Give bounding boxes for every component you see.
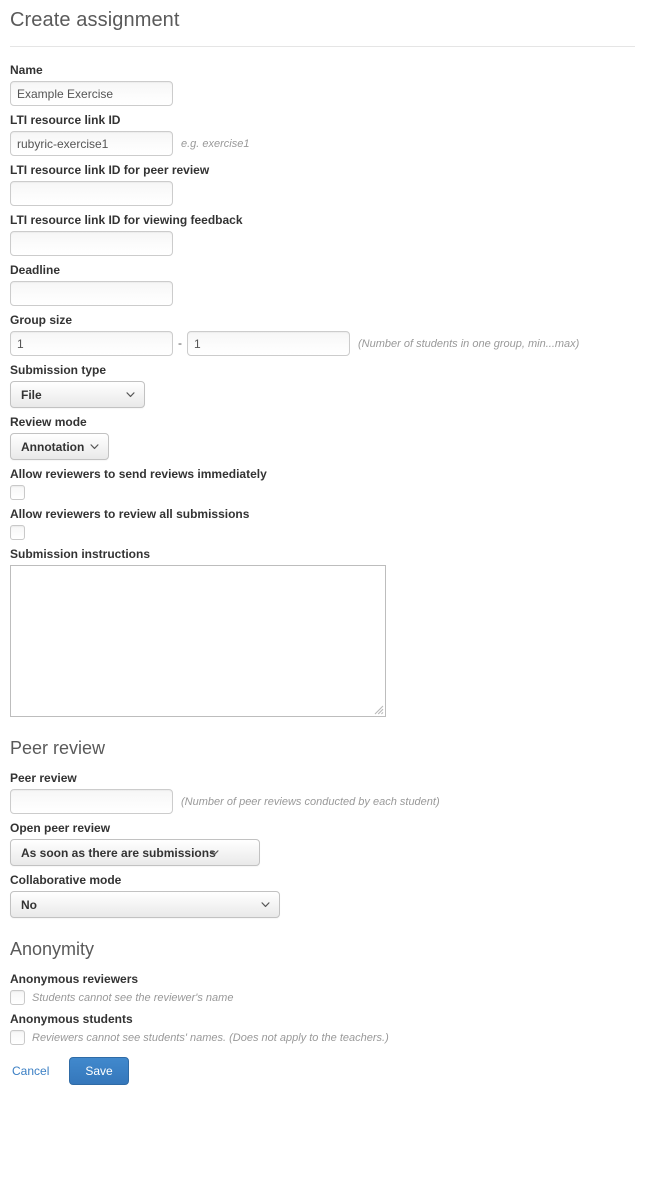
review-all-submissions-row [10,525,635,540]
field-name: Name [10,63,635,106]
save-button[interactable]: Save [69,1057,129,1085]
label-peer-review-count: Peer review [10,771,77,785]
peer-review-count-hint: (Number of peer reviews conducted by eac… [181,795,440,808]
review-mode-select[interactable]: Annotation [10,433,110,460]
group-size-min-input[interactable] [10,331,173,356]
label-lti-peer-review: LTI resource link ID for peer review [10,163,210,177]
group-size-max-input[interactable] [187,331,350,356]
field-deadline: Deadline [10,263,635,306]
review-all-submissions-checkbox[interactable] [10,525,25,540]
cancel-button[interactable]: Cancel [10,1058,61,1084]
open-peer-review-selected-value: As soon as there are submissions [21,845,216,860]
label-submission-type: Submission type [10,363,107,377]
group-size-row: - (Number of students in one group, min.… [10,331,635,356]
label-submission-instructions: Submission instructions [10,547,151,561]
anonymity-section-title: Anonymity [10,939,95,959]
field-anonymous-students: Anonymous students Reviewers cannot see … [10,1012,635,1045]
group-size-separator: - [178,336,182,350]
field-submission-type: Submission type File [10,363,635,408]
form-actions: Cancel Save [10,1052,635,1097]
label-collaborative-mode: Collaborative mode [10,873,122,887]
deadline-input[interactable] [10,281,173,306]
field-send-reviews-immediately: Allow reviewers to send reviews immediat… [10,467,635,500]
label-lti-resource-link-id: LTI resource link ID [10,113,121,127]
label-review-mode: Review mode [10,415,87,429]
name-input[interactable] [10,81,173,106]
lti-resource-link-id-input[interactable] [10,131,173,156]
send-reviews-immediately-row [10,485,635,500]
chevron-down-icon [210,849,219,855]
field-lti-resource-link-id: LTI resource link ID e.g. exercise1 [10,113,635,156]
lti-peer-review-input[interactable] [10,181,173,206]
label-group-size: Group size [10,313,73,327]
chevron-down-icon [261,901,270,907]
chevron-down-icon [90,443,99,449]
open-peer-review-select[interactable]: As soon as there are submissions [10,839,260,866]
send-reviews-immediately-checkbox[interactable] [10,485,25,500]
chevron-down-icon [126,391,135,397]
anonymous-reviewers-row: Students cannot see the reviewer's name [10,990,635,1005]
lti-resource-link-id-hint: e.g. exercise1 [181,137,250,150]
field-submission-instructions: Submission instructions [10,547,635,717]
submission-instructions-textarea[interactable] [10,565,386,717]
label-name: Name [10,63,43,77]
field-group-size: Group size - (Number of students in one … [10,313,635,356]
label-lti-viewing-feedback: LTI resource link ID for viewing feedbac… [10,213,243,227]
anonymous-students-checkbox[interactable] [10,1030,25,1045]
field-collaborative-mode: Collaborative mode No [10,873,635,918]
collaborative-mode-selected-value: No [21,897,37,912]
peer-review-section-title: Peer review [10,738,106,758]
submission-type-selected-value: File [21,387,42,402]
submission-type-select[interactable]: File [10,381,145,408]
anonymous-students-row: Reviewers cannot see students' names. (D… [10,1030,635,1045]
page-title: Create assignment [10,9,180,31]
peer-review-count-input[interactable] [10,789,173,814]
peer-review-count-row: (Number of peer reviews conducted by eac… [10,789,635,814]
title-divider [10,46,635,47]
field-peer-review-count: Peer review (Number of peer reviews cond… [10,771,635,814]
label-open-peer-review: Open peer review [10,821,111,835]
label-deadline: Deadline [10,263,61,277]
review-mode-selected-value: Annotation [21,439,85,454]
label-anonymous-students: Anonymous students [10,1012,133,1026]
field-review-all-submissions: Allow reviewers to review all submission… [10,507,635,540]
lti-resource-link-id-row: e.g. exercise1 [10,131,635,156]
anonymous-reviewers-note: Students cannot see the reviewer's name [32,991,234,1004]
field-open-peer-review: Open peer review As soon as there are su… [10,821,635,866]
label-review-all-submissions: Allow reviewers to review all submission… [10,507,250,521]
lti-viewing-feedback-input[interactable] [10,231,173,256]
anonymous-students-note: Reviewers cannot see students' names. (D… [32,1031,389,1044]
field-review-mode: Review mode Annotation [10,415,635,460]
anonymous-reviewers-checkbox[interactable] [10,990,25,1005]
label-anonymous-reviewers: Anonymous reviewers [10,972,139,986]
create-assignment-page: Create assignment Name LTI resource link… [0,0,645,1097]
group-size-hint: (Number of students in one group, min...… [358,337,580,350]
field-lti-peer-review: LTI resource link ID for peer review [10,163,635,206]
submission-instructions-wrap [10,565,386,717]
field-lti-viewing-feedback: LTI resource link ID for viewing feedbac… [10,213,635,256]
collaborative-mode-select[interactable]: No [10,891,280,918]
field-anonymous-reviewers: Anonymous reviewers Students cannot see … [10,972,635,1005]
label-send-reviews-immediately: Allow reviewers to send reviews immediat… [10,467,267,481]
